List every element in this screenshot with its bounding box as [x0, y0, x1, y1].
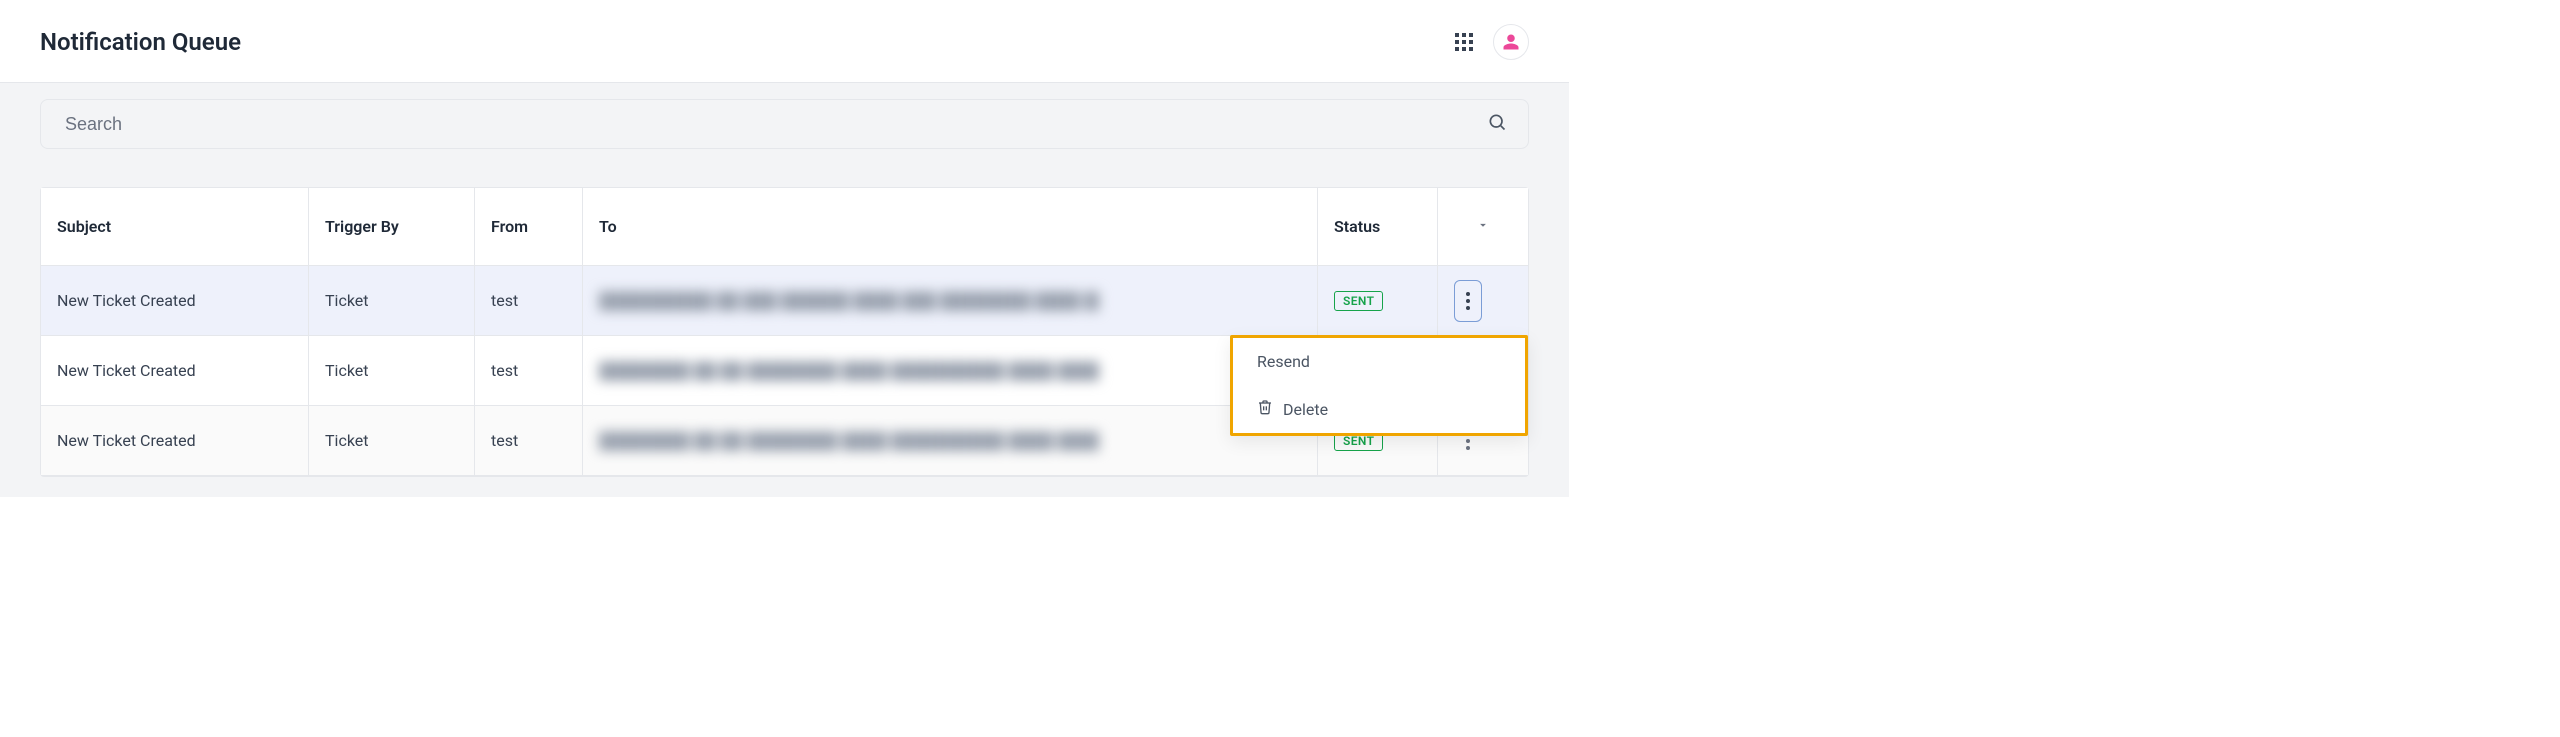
column-header-status[interactable]: Status: [1318, 188, 1438, 266]
cell-from: test: [475, 266, 583, 336]
column-header-to[interactable]: To: [583, 188, 1318, 266]
table-header-row: Subject Trigger By From To Status: [41, 188, 1528, 266]
cell-to: ██████████ ██ ███ ██████ ████ ███ ██████…: [583, 266, 1318, 336]
notifications-table: Subject Trigger By From To Status New Ti…: [40, 187, 1529, 477]
search-wrap: [40, 99, 1529, 149]
menu-item-label: Resend: [1257, 352, 1310, 371]
row-actions-button[interactable]: [1454, 280, 1482, 322]
search-icon: [1487, 112, 1507, 136]
cell-status: SENT: [1318, 266, 1438, 336]
cell-trigger-by: Ticket: [309, 406, 475, 476]
menu-item-delete[interactable]: Delete: [1233, 385, 1525, 433]
cell-to: ████████ ██ ██ ████████ ████ ██████████ …: [583, 336, 1318, 406]
table-row: New Ticket Created Ticket test █████████…: [41, 266, 1528, 336]
cell-subject: New Ticket Created: [41, 266, 309, 336]
menu-item-label: Delete: [1283, 400, 1328, 419]
cell-subject: New Ticket Created: [41, 336, 309, 406]
caret-down-icon: [1454, 218, 1512, 232]
column-header-subject[interactable]: Subject: [41, 188, 309, 266]
cell-trigger-by: Ticket: [309, 336, 475, 406]
column-header-from[interactable]: From: [475, 188, 583, 266]
menu-item-resend[interactable]: Resend: [1233, 338, 1525, 385]
cell-subject: New Ticket Created: [41, 406, 309, 476]
column-header-actions[interactable]: [1438, 188, 1528, 266]
row-actions-menu: Resend Delete: [1230, 335, 1528, 436]
topbar: Notification Queue: [0, 0, 1569, 83]
cell-from: test: [475, 336, 583, 406]
search-input[interactable]: [40, 99, 1529, 149]
topbar-actions: [1455, 24, 1529, 60]
user-avatar[interactable]: [1493, 24, 1529, 60]
trash-icon: [1257, 399, 1273, 419]
cell-from: test: [475, 406, 583, 476]
cell-trigger-by: Ticket: [309, 266, 475, 336]
page-title: Notification Queue: [40, 28, 241, 56]
status-badge: SENT: [1334, 291, 1383, 311]
column-header-trigger-by[interactable]: Trigger By: [309, 188, 475, 266]
apps-grid-icon[interactable]: [1455, 33, 1473, 51]
cell-to: ████████ ██ ██ ████████ ████ ██████████ …: [583, 406, 1318, 476]
